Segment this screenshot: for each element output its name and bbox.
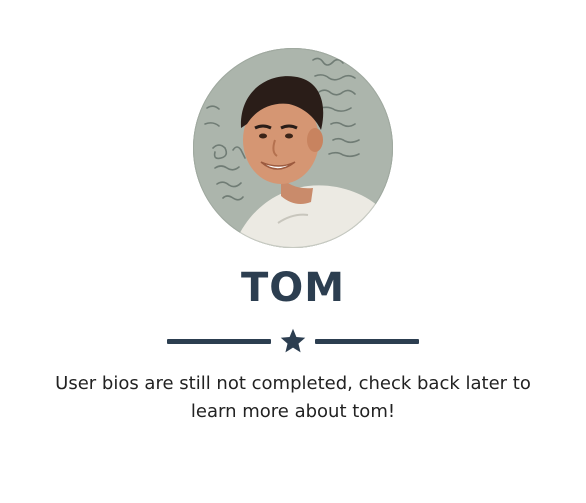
avatar xyxy=(193,48,393,248)
avatar-photo xyxy=(193,48,393,248)
profile-card: TOM User bios are still not completed, c… xyxy=(0,0,586,503)
title-divider xyxy=(167,326,419,356)
divider-line-right xyxy=(315,338,419,344)
profile-bio: User bios are still not completed, check… xyxy=(55,373,531,422)
star-icon xyxy=(280,328,306,353)
profile-name: TOM xyxy=(240,265,346,311)
divider-line-left xyxy=(167,338,271,344)
